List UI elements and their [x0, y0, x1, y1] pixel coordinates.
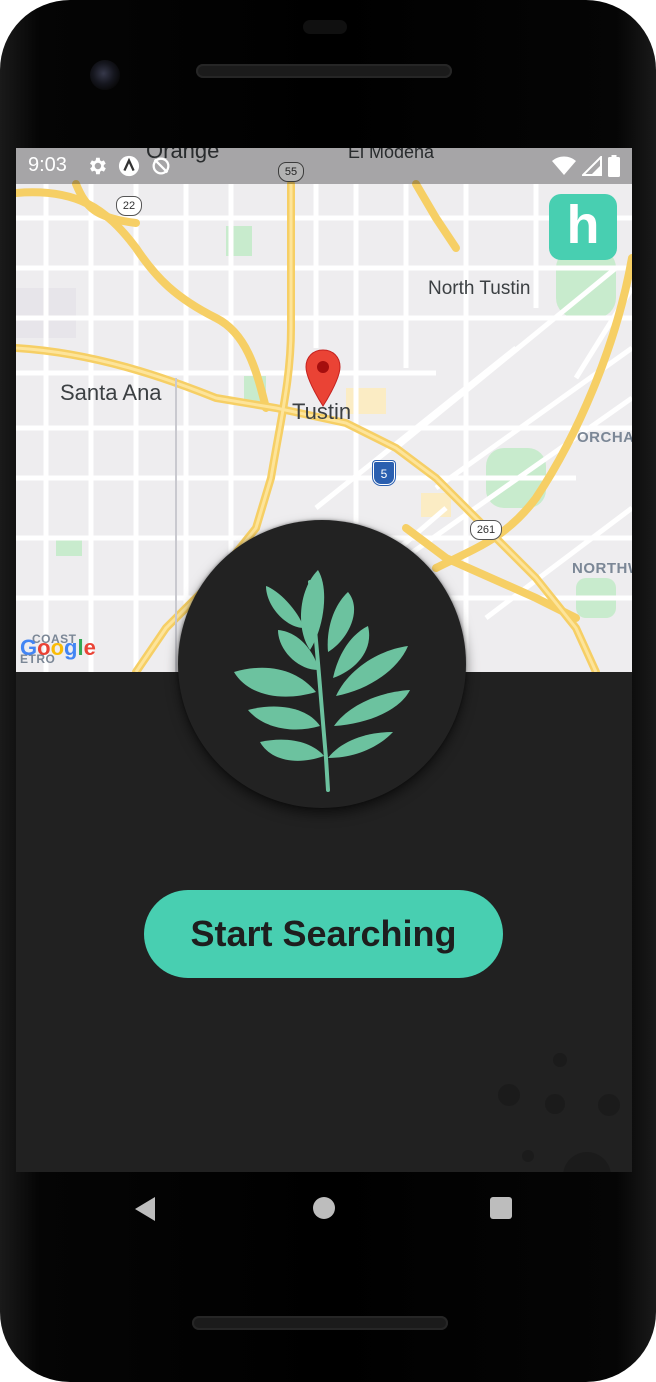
map-label-orchard: ORCHAR: [577, 429, 632, 446]
decor-dot: [563, 1152, 611, 1172]
map-label-northwood: NORTHW: [572, 560, 632, 577]
start-searching-button[interactable]: Start Searching: [144, 890, 503, 978]
decor-dot: [553, 1053, 567, 1067]
top-speaker: [196, 64, 452, 78]
google-attribution: Google: [20, 635, 96, 660]
phone-frame: Orange El Modena North Tustin Santa Ana …: [0, 0, 656, 1382]
status-time: 9:03: [28, 154, 67, 176]
app-screen: Orange El Modena North Tustin Santa Ana …: [16, 148, 632, 1172]
map-label-santa-ana: Santa Ana: [60, 380, 162, 405]
signal-icon: [582, 156, 602, 176]
status-bar: 9:03: [16, 148, 632, 184]
leafy-branch-icon: [234, 570, 410, 792]
recents-icon[interactable]: [490, 1197, 512, 1219]
battery-icon: [608, 155, 620, 177]
app-logo[interactable]: h: [549, 194, 617, 260]
decor-dot: [522, 1150, 534, 1162]
gear-icon: [90, 157, 106, 175]
decor-dot: [545, 1094, 565, 1114]
bottom-speaker: [192, 1316, 448, 1330]
app-logo-letter: h: [566, 195, 600, 255]
highway-shield-22: 22: [116, 196, 142, 216]
decor-dot: [598, 1094, 620, 1116]
map-pin-icon[interactable]: [304, 348, 342, 410]
decor-dot: [498, 1084, 520, 1106]
front-camera: [90, 60, 120, 90]
wifi-icon: [552, 156, 576, 175]
no-sync-icon: [152, 157, 170, 175]
back-icon[interactable]: [133, 1196, 157, 1222]
plant-emblem: [178, 520, 466, 808]
map-label-north-tustin: North Tustin: [428, 278, 531, 299]
proximity-sensor: [303, 20, 347, 34]
highway-shield-5: 5: [373, 461, 395, 485]
a-circle-icon: [118, 155, 140, 177]
highway-shield-261: 261: [470, 520, 502, 540]
home-icon[interactable]: [313, 1197, 335, 1219]
